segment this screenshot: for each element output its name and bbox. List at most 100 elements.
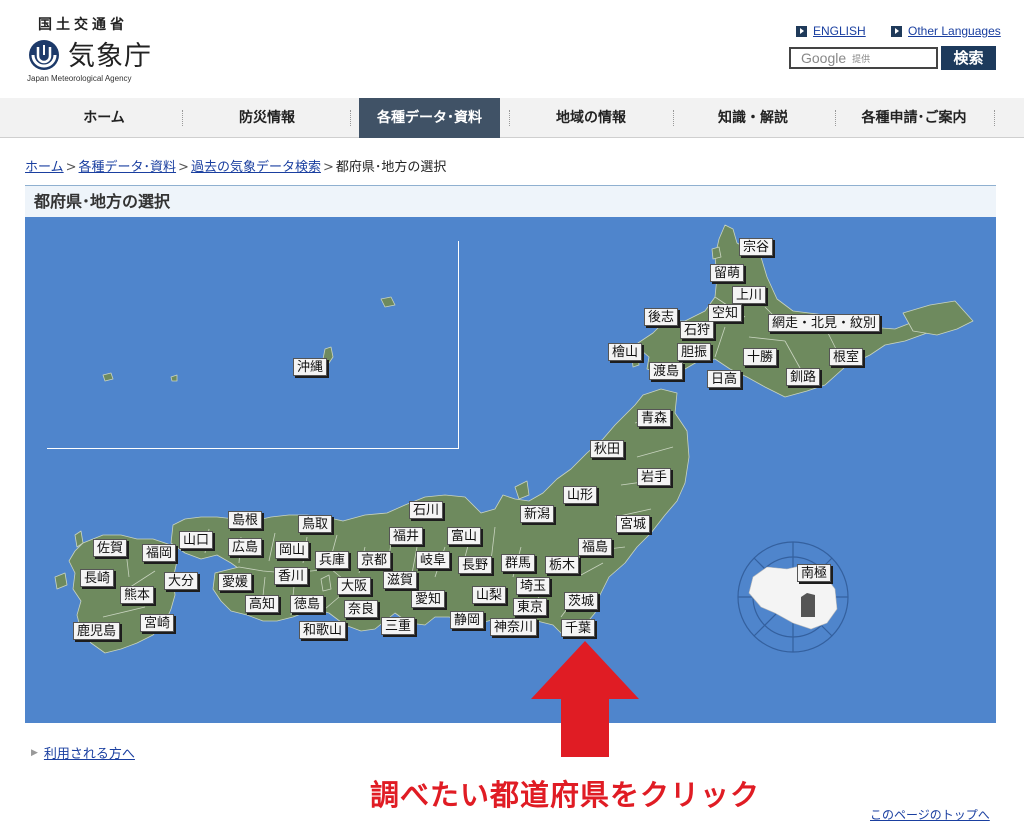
site-header: 国土交通省 気象庁 Japan Meteorological Agency EN… [0, 0, 1024, 98]
pref-hiyama[interactable]: 檜山 [608, 343, 643, 361]
sado-island [514, 480, 530, 500]
pref-kagoshima[interactable]: 鹿児島 [73, 622, 121, 640]
pref-nemuro[interactable]: 根室 [829, 348, 864, 366]
pref-ibaraki[interactable]: 茨城 [564, 592, 599, 610]
other-languages-label: Other Languages [908, 24, 1001, 38]
breadcrumb: ホーム > 各種データ･資料 > 過去の気象データ検索 > 都府県･地方の選択 [25, 156, 446, 175]
nav-knowledge[interactable]: 知識・解説 [677, 98, 829, 138]
pref-soya[interactable]: 宗谷 [739, 238, 774, 256]
pref-nagasaki[interactable]: 長崎 [80, 569, 115, 587]
for-users-link[interactable]: ▶ 利用される方へ [31, 743, 135, 762]
pref-osaka[interactable]: 大阪 [337, 577, 372, 595]
pref-oita[interactable]: 大分 [164, 572, 199, 590]
pref-ishikawa[interactable]: 石川 [409, 501, 444, 519]
pref-okinawa[interactable]: 沖縄 [293, 358, 328, 376]
nav-regional-info[interactable]: 地域の情報 [514, 98, 668, 138]
breadcrumb-data[interactable]: 各種データ･資料 [79, 160, 177, 175]
pref-fukushima[interactable]: 福島 [578, 538, 613, 556]
pref-chiba[interactable]: 千葉 [561, 619, 596, 637]
search-button[interactable]: 検索 [941, 46, 996, 70]
pref-ishikari[interactable]: 石狩 [680, 321, 715, 339]
pref-kochi[interactable]: 高知 [245, 595, 280, 613]
antarctica-station-icon [801, 593, 815, 617]
pref-ehime[interactable]: 愛媛 [218, 573, 253, 591]
pref-niigata[interactable]: 新潟 [520, 505, 555, 523]
pref-akita[interactable]: 秋田 [590, 440, 625, 458]
pref-kanagawa[interactable]: 神奈川 [490, 618, 538, 636]
nav-disaster-info[interactable]: 防災情報 [190, 98, 344, 138]
pref-kagawa[interactable]: 香川 [274, 567, 309, 585]
breadcrumb-search[interactable]: 過去の気象データ検索 [191, 160, 321, 175]
pref-fukui[interactable]: 福井 [389, 527, 424, 545]
pref-tokachi[interactable]: 十勝 [743, 348, 778, 366]
other-languages-link[interactable]: Other Languages [891, 24, 1001, 38]
nav-data[interactable]: 各種データ･資料 [359, 98, 500, 138]
pref-saga[interactable]: 佐賀 [93, 539, 128, 557]
pref-shizuoka[interactable]: 静岡 [450, 611, 485, 629]
pref-hyogo[interactable]: 兵庫 [315, 551, 350, 569]
rishiri-island [711, 246, 722, 260]
pref-shimane[interactable]: 島根 [228, 511, 263, 529]
pref-okayama[interactable]: 岡山 [275, 541, 310, 559]
page-top-link[interactable]: このページのトップへ [870, 806, 990, 823]
pref-toyama[interactable]: 富山 [447, 527, 482, 545]
pref-shiga[interactable]: 滋賀 [383, 571, 418, 589]
pref-tokushima[interactable]: 徳島 [290, 595, 325, 613]
pref-fukuoka[interactable]: 福岡 [142, 544, 177, 562]
japan-map: 宗谷 留萌 上川 後志 空知 石狩 網走・北見・紋別 檜山 胆振 十勝 根室 渡… [25, 217, 996, 723]
pref-miyagi[interactable]: 宮城 [616, 515, 651, 533]
pref-iwate[interactable]: 岩手 [637, 468, 672, 486]
arrow-right-icon: ▶ [31, 747, 38, 758]
pref-gifu[interactable]: 岐阜 [416, 551, 451, 569]
breadcrumb-current: 都府県･地方の選択 [335, 160, 447, 175]
nav-divider [182, 110, 183, 126]
pref-sorachi[interactable]: 空知 [708, 304, 743, 322]
agency-english-name: Japan Meteorological Agency [27, 74, 132, 83]
pref-gunma[interactable]: 群馬 [501, 554, 536, 572]
nav-home[interactable]: ホーム [28, 98, 180, 138]
pref-tottori[interactable]: 鳥取 [298, 515, 333, 533]
pref-rumoi[interactable]: 留萌 [710, 264, 745, 282]
instruction-text: 調べたい都道府県をクリック [370, 778, 761, 812]
pref-kamikawa[interactable]: 上川 [732, 286, 767, 304]
pref-wakayama[interactable]: 和歌山 [299, 621, 347, 639]
pref-tochigi[interactable]: 栃木 [545, 556, 580, 574]
pref-antarctica[interactable]: 南極 [797, 564, 832, 582]
pref-kushiro[interactable]: 釧路 [786, 368, 821, 386]
pref-hidaka[interactable]: 日高 [707, 370, 742, 388]
pref-saitama[interactable]: 埼玉 [516, 577, 551, 595]
pref-kumamoto[interactable]: 熊本 [120, 586, 155, 604]
pref-yamagata[interactable]: 山形 [563, 486, 598, 504]
pref-iburi[interactable]: 胆振 [677, 343, 712, 361]
nav-divider [994, 110, 995, 126]
pref-kyoto[interactable]: 京都 [357, 551, 392, 569]
nav-applications[interactable]: 各種申請･ご案内 [838, 98, 990, 138]
breadcrumb-separator: > [322, 160, 334, 175]
pref-abashiri[interactable]: 網走・北見・紋別 [768, 314, 881, 332]
pref-aomori[interactable]: 青森 [637, 409, 672, 427]
english-link[interactable]: ENGLISH [796, 24, 866, 38]
pref-nara[interactable]: 奈良 [344, 600, 379, 618]
yaeyama-island [102, 372, 114, 382]
search-input[interactable]: Google 提供 [789, 47, 938, 69]
breadcrumb-home[interactable]: ホーム [25, 160, 64, 175]
pref-yamaguchi[interactable]: 山口 [179, 531, 214, 549]
breadcrumb-separator: > [65, 160, 77, 175]
jma-logo-icon [29, 40, 59, 70]
pref-miyazaki[interactable]: 宮崎 [140, 614, 175, 632]
english-link-label: ENGLISH [813, 24, 866, 38]
breadcrumb-separator: > [178, 160, 189, 175]
japan-map-shapes [54, 224, 974, 654]
pref-tokyo[interactable]: 東京 [513, 598, 548, 616]
pref-aichi[interactable]: 愛知 [411, 590, 446, 608]
pref-oshima[interactable]: 渡島 [649, 362, 684, 380]
nav-divider [835, 110, 836, 126]
pref-yamanashi[interactable]: 山梨 [472, 586, 507, 604]
pref-mie[interactable]: 三重 [381, 617, 416, 635]
pref-hiroshima[interactable]: 広島 [228, 538, 263, 556]
nav-divider [509, 110, 510, 126]
pref-shiribeshi[interactable]: 後志 [644, 308, 679, 326]
search-provided-label: 提供 [852, 54, 871, 65]
pref-nagano[interactable]: 長野 [458, 556, 493, 574]
goto-islands [54, 572, 68, 590]
